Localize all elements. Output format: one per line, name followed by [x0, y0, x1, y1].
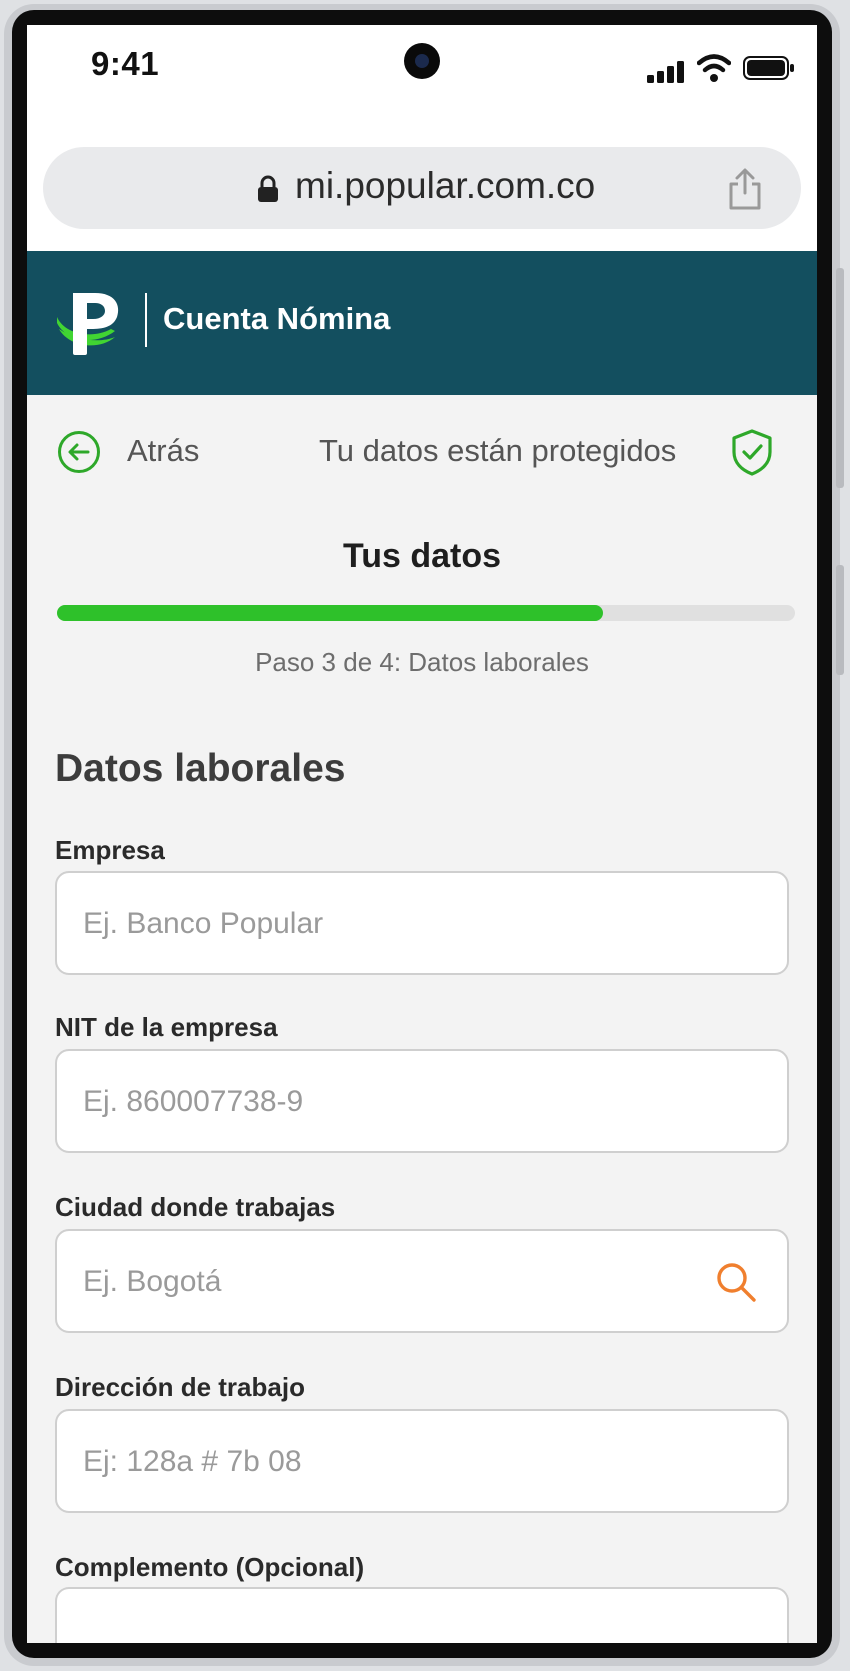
- empresa-input[interactable]: [81, 873, 725, 975]
- step-title: Tus datos: [342, 537, 502, 575]
- status-time: 9:41: [91, 45, 160, 82]
- direccion-input[interactable]: [81, 1411, 725, 1513]
- ciudad-label: Ciudad donde trabajas: [55, 1192, 336, 1222]
- phone-screen: 9:41 mi.popular.com.co Cuenta Nómina Atr…: [27, 25, 817, 1643]
- empresa-field: [55, 871, 789, 975]
- share-icon[interactable]: [725, 167, 765, 211]
- side-button: [836, 565, 844, 675]
- direccion-label: Dirección de trabajo: [55, 1372, 305, 1402]
- browser-toolbar: mi.popular.com.co: [27, 111, 817, 251]
- cellular-signal-icon: [647, 61, 684, 83]
- nit-label: NIT de la empresa: [55, 1012, 278, 1042]
- search-icon[interactable]: [715, 1261, 757, 1303]
- url-text: mi.popular.com.co: [295, 165, 596, 206]
- section-title: Datos laborales: [55, 747, 346, 790]
- lock-icon: [258, 175, 278, 202]
- page-title: Cuenta Nómina: [163, 301, 391, 336]
- data-protected-notice: Tu datos están protegidos: [319, 433, 677, 468]
- back-button[interactable]: Atrás: [127, 433, 199, 469]
- shield-check-icon: [732, 429, 772, 476]
- front-camera: [404, 43, 440, 79]
- direccion-field: [55, 1409, 789, 1513]
- header-divider: [145, 293, 147, 347]
- device-frame: 9:41 mi.popular.com.co Cuenta Nómina Atr…: [0, 0, 850, 1671]
- brand-logo: [57, 293, 119, 355]
- back-arrow-icon[interactable]: [57, 430, 101, 474]
- status-bar: 9:41: [27, 25, 817, 111]
- progress-track: [57, 605, 795, 621]
- address-bar[interactable]: mi.popular.com.co: [43, 147, 801, 229]
- empresa-label: Empresa: [55, 835, 165, 865]
- wifi-icon: [697, 54, 731, 82]
- ciudad-field: [55, 1229, 789, 1333]
- nit-field: [55, 1049, 789, 1153]
- ciudad-input[interactable]: [81, 1231, 725, 1333]
- complemento-label: Complemento (Opcional): [55, 1552, 365, 1582]
- nit-input[interactable]: [81, 1051, 725, 1153]
- progress-fill: [57, 605, 604, 621]
- complemento-field[interactable]: [55, 1587, 789, 1643]
- app-header: Cuenta Nómina: [27, 251, 817, 395]
- step-indicator: Paso 3 de 4: Datos laborales: [255, 647, 589, 677]
- battery-icon: [743, 56, 794, 80]
- side-button: [836, 268, 844, 488]
